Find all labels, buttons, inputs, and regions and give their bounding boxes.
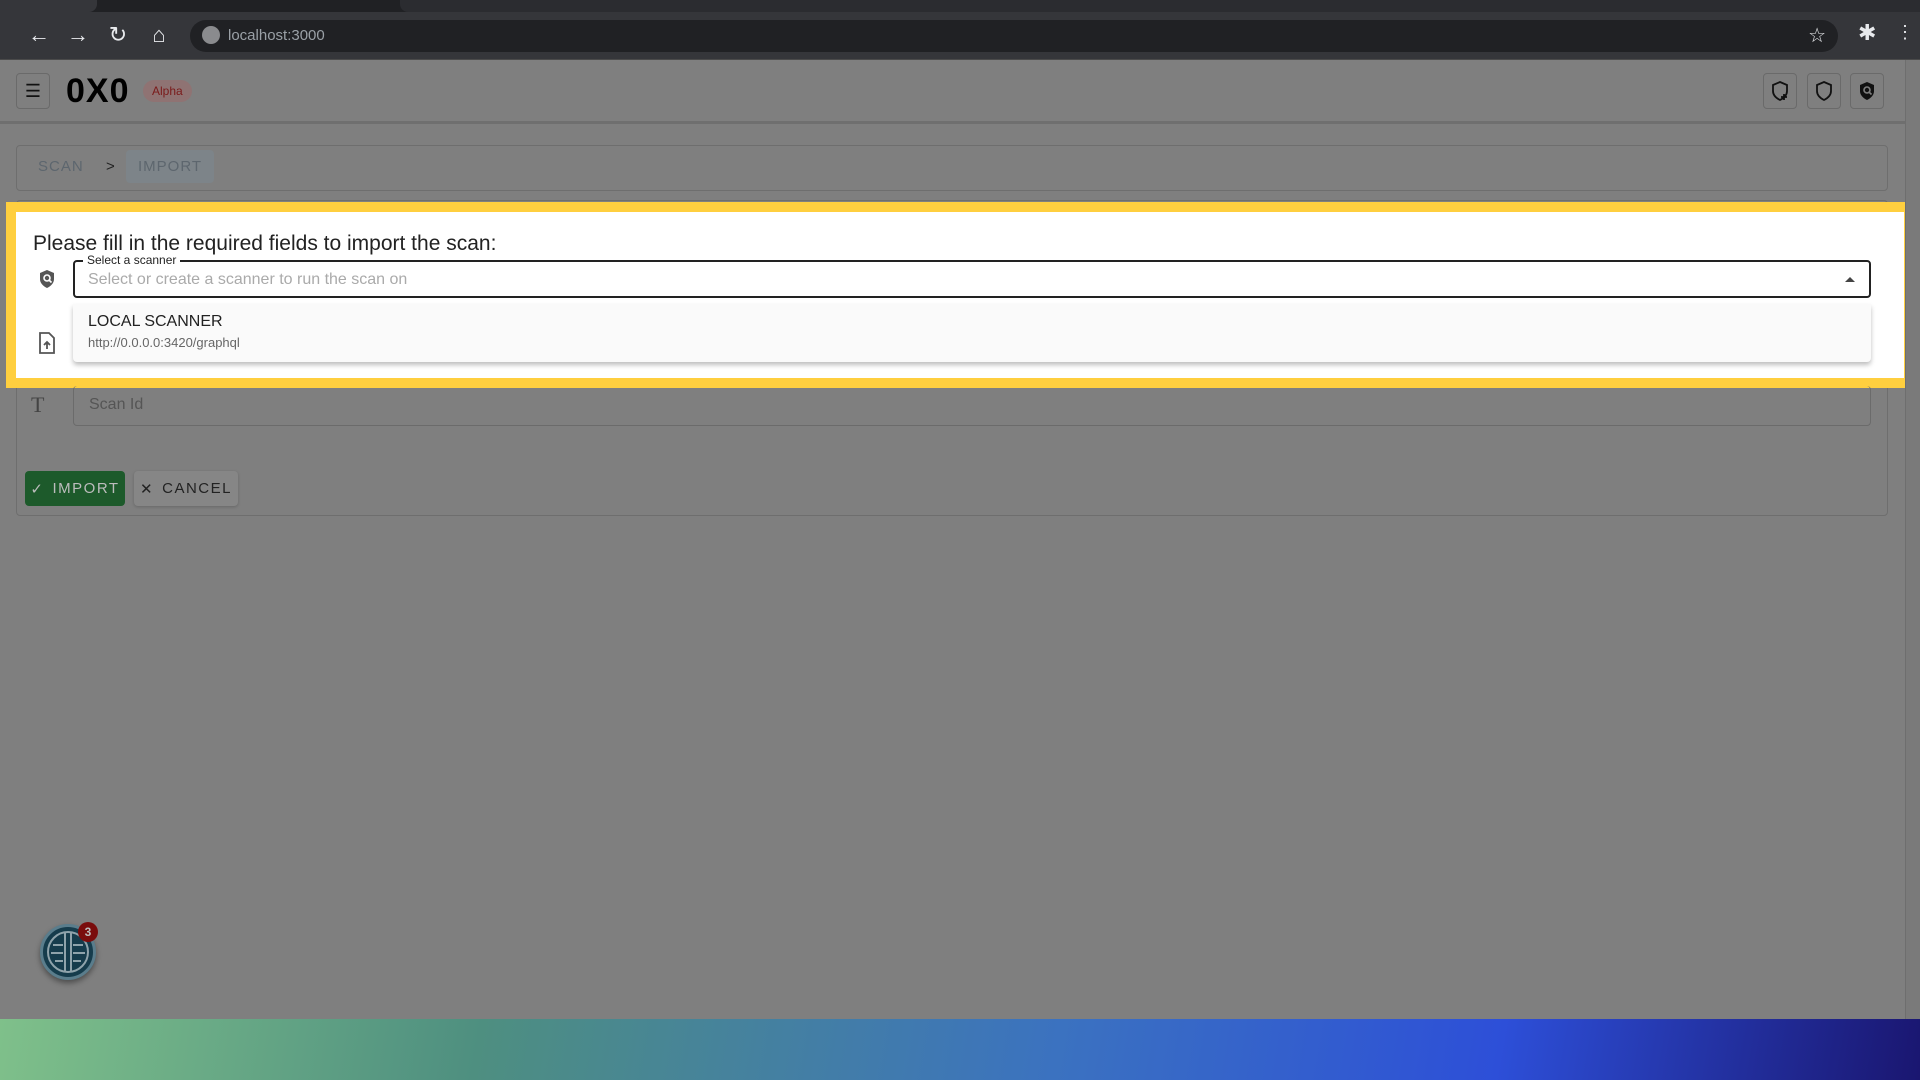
extensions-icon[interactable]: ✱	[1858, 20, 1876, 46]
menu-button[interactable]: ☰	[16, 73, 50, 109]
scanner-select-placeholder: Select or create a scanner to run the sc…	[88, 271, 408, 288]
url-text[interactable]: localhost:3000	[228, 27, 325, 44]
scanner-option-url: http://0.0.0.0:3420/graphql	[88, 335, 240, 350]
breadcrumb-separator: >	[106, 158, 116, 175]
cancel-button[interactable]: ✕ CANCEL	[134, 471, 238, 506]
scan-id-placeholder: Scan Id	[89, 396, 144, 413]
scanner-select[interactable]: Select a scanner Select or create a scan…	[73, 253, 1871, 298]
browser-toolbar: ← → ↻ ⌂ localhost:3000 ☆ ✱ ⋮	[0, 12, 1920, 60]
logo: 0X0	[66, 72, 130, 110]
menu-icon: ☰	[24, 80, 42, 101]
shield-search-icon	[1860, 82, 1874, 100]
cancel-label: CANCEL	[162, 480, 232, 497]
forward-icon[interactable]: →	[64, 22, 92, 48]
desktop-background	[0, 1019, 1920, 1080]
reload-icon[interactable]: ↻	[104, 22, 132, 48]
back-icon[interactable]: ←	[25, 22, 53, 48]
alpha-badge: Alpha	[143, 80, 192, 102]
shield-search-icon	[34, 268, 60, 295]
scan-id-input[interactable]: Scan Id	[73, 386, 1871, 426]
file-upload-icon	[34, 332, 60, 359]
breadcrumb-scan[interactable]: SCAN	[38, 158, 84, 175]
scans-button[interactable]	[1807, 73, 1841, 109]
close-icon: ✕	[140, 480, 155, 498]
add-scan-button[interactable]	[1763, 73, 1797, 109]
star-icon[interactable]: ☆	[1808, 23, 1826, 48]
notification-badge: 3	[78, 922, 98, 942]
import-button[interactable]: ✓ IMPORT	[25, 471, 125, 506]
check-icon: ✓	[30, 480, 45, 498]
breadcrumb: SCAN > IMPORT	[16, 145, 1888, 191]
text-icon: T	[31, 392, 45, 417]
browser-tab[interactable]	[0, 0, 97, 12]
app-header: ☰ 0X0 Alpha	[0, 60, 1905, 124]
import-label: IMPORT	[52, 480, 120, 497]
scanners-button[interactable]	[1850, 73, 1884, 109]
home-icon[interactable]: ⌂	[145, 22, 173, 48]
page-scrollbar[interactable]	[1905, 60, 1920, 1020]
globe-icon	[202, 26, 220, 44]
scanner-dropdown: LOCAL SCANNER http://0.0.0.0:3420/graphq…	[73, 304, 1871, 362]
browser-menu-icon[interactable]: ⋮	[1896, 22, 1914, 43]
shield-icon	[1816, 81, 1832, 102]
caret-up-icon[interactable]	[1845, 277, 1855, 282]
highlighted-form-region: Please fill in the required fields to im…	[6, 202, 1914, 388]
browser-tab[interactable]	[400, 0, 1920, 12]
address-bar[interactable]: localhost:3000 ☆	[190, 20, 1838, 52]
scanner-option[interactable]: LOCAL SCANNER http://0.0.0.0:3420/graphq…	[73, 304, 1871, 362]
scanner-select-label: Select a scanner	[83, 253, 181, 267]
breadcrumb-import[interactable]: IMPORT	[126, 150, 215, 183]
shield-add-icon	[1772, 81, 1788, 102]
scanner-option-name: LOCAL SCANNER	[88, 313, 223, 330]
